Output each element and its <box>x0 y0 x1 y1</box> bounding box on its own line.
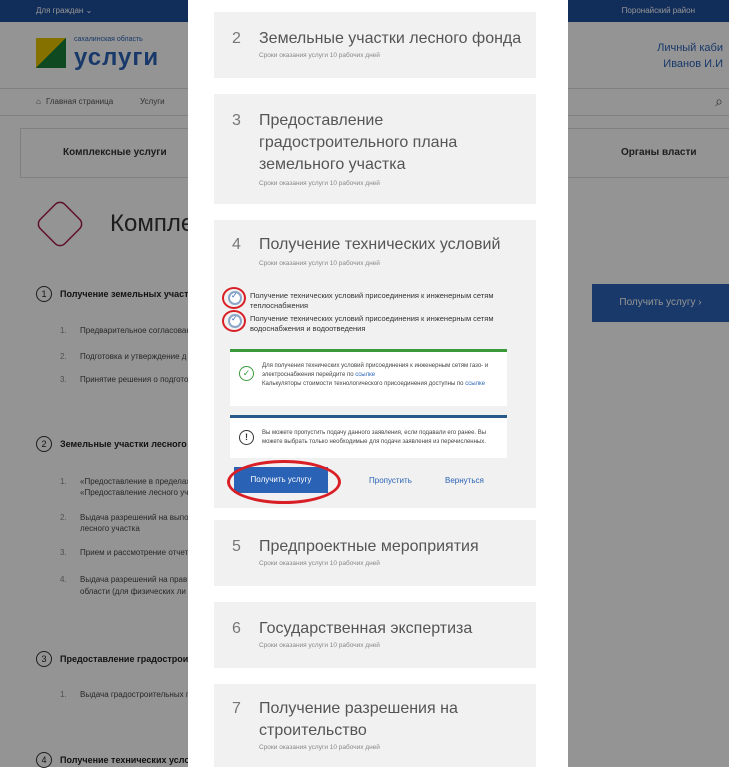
step-card-5[interactable]: 5 Предпроектные мероприятия Сроки оказан… <box>214 520 536 586</box>
step-title: Получение разрешения на строительство <box>259 700 458 739</box>
info-box-skip: ! Вы можете пропустить подачу данного за… <box>230 415 507 458</box>
checkbox-label: Получение технических условий присоедине… <box>250 314 494 333</box>
step-title: Предоставление градостроительного плана … <box>259 112 458 173</box>
info-text-skip: Вы можете пропустить подачу данного заяв… <box>262 430 487 445</box>
step-number: 4 <box>232 236 241 253</box>
step-term: Сроки оказания услуги 10 рабочих дней <box>259 642 380 649</box>
link-gas-electricity[interactable]: ссылке <box>355 372 375 378</box>
check-circle-icon: ✓ <box>239 366 254 381</box>
step-number: 5 <box>232 538 241 555</box>
highlight-ring <box>222 310 246 332</box>
service-steps-modal: 2 Земельные участки лесного фонда Сроки … <box>188 0 568 767</box>
step-term: Сроки оказания услуги 10 рабочих дней <box>259 52 380 59</box>
step-term: Сроки оказания услуги 10 рабочих дней <box>259 180 380 187</box>
step-card-2[interactable]: 2 Земельные участки лесного фонда Сроки … <box>214 12 536 78</box>
step-number: 7 <box>232 700 241 717</box>
step-number: 2 <box>232 30 241 47</box>
highlight-ring <box>227 460 341 504</box>
step-title: Государственная экспертиза <box>259 620 473 637</box>
step-term: Сроки оказания услуги 10 рабочих дней <box>259 560 380 567</box>
step-card-6[interactable]: 6 Государственная экспертиза Сроки оказа… <box>214 602 536 668</box>
checkbox-label: Получение технических условий присоедине… <box>250 291 494 310</box>
step-number: 3 <box>232 112 241 129</box>
step-card-3[interactable]: 3 Предоставление градостроительного план… <box>214 94 536 204</box>
step-term: Сроки оказания услуги 10 рабочих дней <box>259 744 380 751</box>
step-title: Земельные участки лесного фонда <box>259 30 522 47</box>
step-title: Предпроектные мероприятия <box>259 538 479 555</box>
link-calculators[interactable]: ссылке <box>465 381 485 387</box>
step-number: 6 <box>232 620 241 637</box>
info-text-2: Калькуляторы стоимости технологического … <box>262 381 464 387</box>
info-text-links: Для получения технических условий присое… <box>262 362 498 389</box>
step-card-7[interactable]: 7 Получение разрешения на строительство … <box>214 684 536 767</box>
back-button[interactable]: Вернуться <box>445 476 484 485</box>
info-box-links: ✓ Для получения технических условий прис… <box>230 349 507 406</box>
skip-button[interactable]: Пропустить <box>369 476 412 485</box>
info-icon: ! <box>239 430 254 445</box>
highlight-ring <box>222 287 246 309</box>
step-title: Получение технических условий <box>259 236 501 253</box>
step-term: Сроки оказания услуги 10 рабочих дней <box>259 260 380 267</box>
